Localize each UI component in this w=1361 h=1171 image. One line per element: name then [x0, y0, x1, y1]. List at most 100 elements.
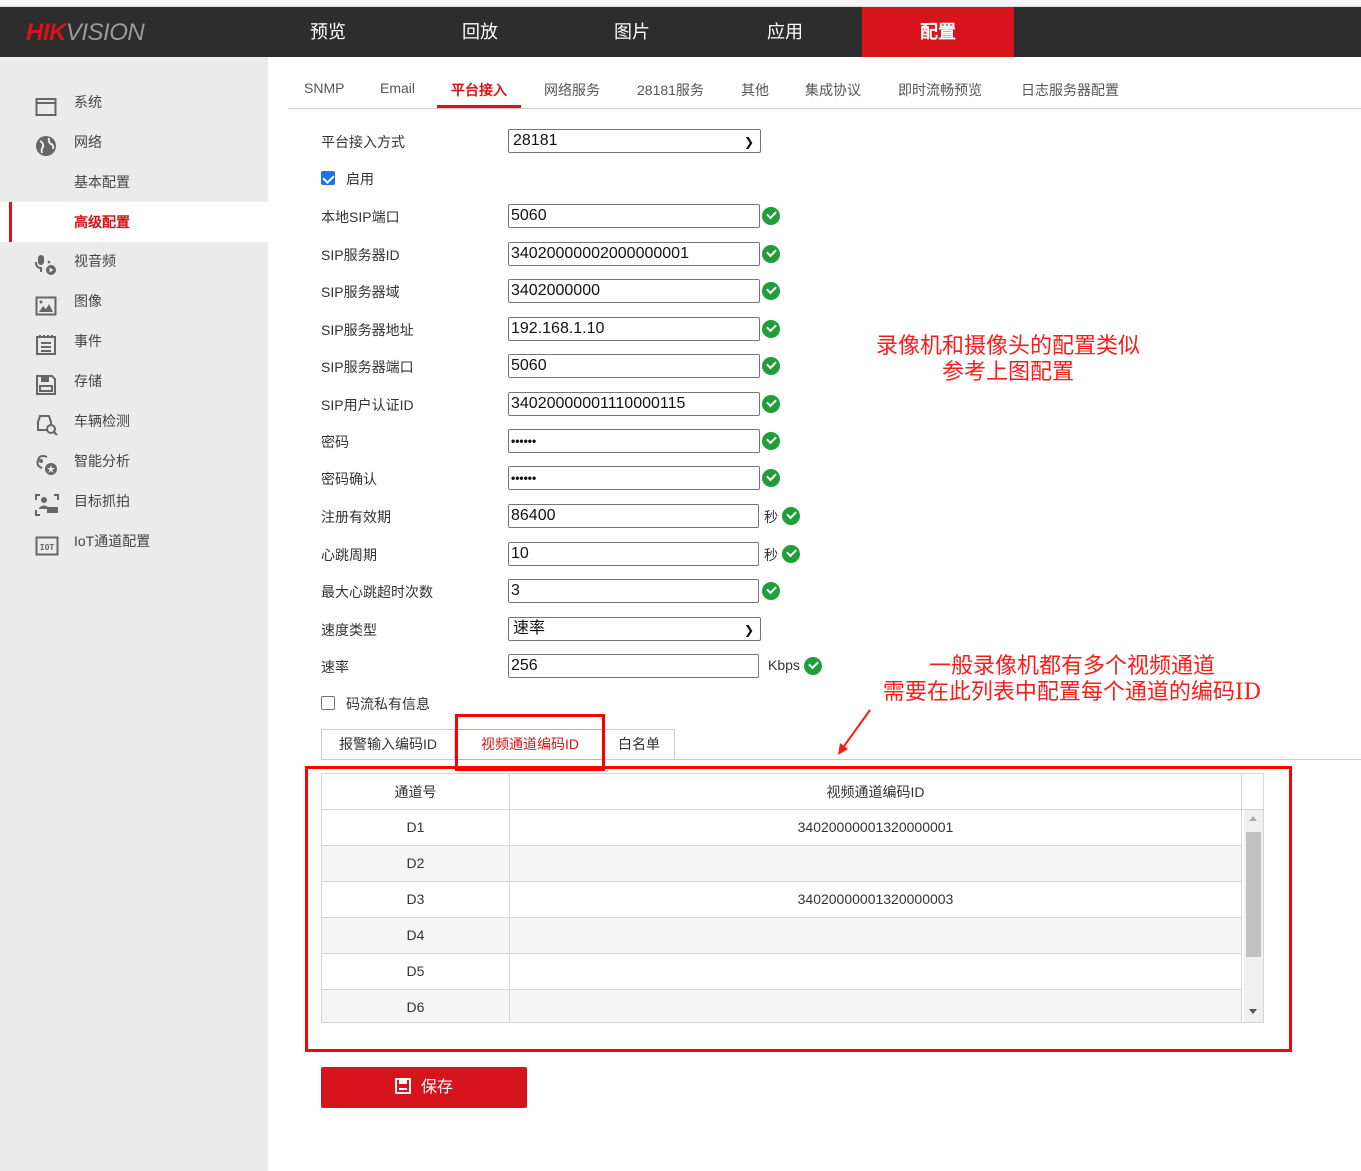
sidebar-item-label: 车辆检测 — [74, 413, 130, 429]
nav-playback[interactable]: 回放 — [404, 7, 556, 57]
sidebar-item-system[interactable]: 系统 — [0, 82, 268, 122]
nav-configuration[interactable]: 配置 — [862, 7, 1014, 57]
sip-server-domain-input[interactable] — [508, 279, 760, 303]
sidebar-item-basic-config[interactable]: 基本配置 — [0, 162, 268, 202]
sidebar-item-label: 存储 — [74, 373, 102, 389]
sidebar-item-label: 高级配置 — [74, 214, 130, 230]
access-mode-value: 28181 — [513, 132, 558, 149]
register-expiry-input[interactable] — [508, 504, 759, 528]
unit-seconds: 秒 — [764, 509, 778, 525]
sidebar-item-storage[interactable]: 存储 — [0, 361, 268, 401]
annotation-note-similar-config: 录像机和摄像头的配置类似 参考上图配置 — [840, 334, 1176, 386]
sidebar-item-network[interactable]: 网络 — [0, 122, 268, 162]
tab-log-server-config[interactable]: 日志服务器配置 — [1021, 80, 1119, 100]
chevron-down-icon: ❯ — [743, 135, 754, 149]
register-expiry-row: 注册有效期 秒 — [321, 504, 841, 528]
table-row[interactable]: D3 34020000001320000003 — [322, 882, 1242, 918]
speed-type-select[interactable]: 速率 ❯ — [508, 617, 761, 641]
scrollbar-thumb[interactable] — [1246, 832, 1261, 957]
sip-server-port-label: SIP服务器端口 — [321, 359, 414, 375]
channel-cell: D2 — [322, 846, 510, 881]
sip-server-address-label: SIP服务器地址 — [321, 322, 414, 338]
tab-video-channel-code-id[interactable]: 视频通道编码ID — [457, 729, 603, 760]
tab-platform-access[interactable]: 平台接入 — [451, 80, 507, 100]
code-id-cell[interactable]: 34020000001320000001 — [510, 810, 1242, 845]
check-ok-icon — [762, 282, 780, 300]
tab-28181-service[interactable]: 28181服务 — [637, 80, 704, 100]
table-row[interactable]: D6 — [322, 990, 1242, 1022]
stream-private-info-label: 码流私有信息 — [346, 696, 430, 712]
code-id-cell[interactable] — [510, 918, 1242, 953]
sidebar-item-target-capture[interactable]: 目标抓拍 — [0, 481, 268, 521]
logo-gray-part: VISION — [65, 19, 145, 46]
stream-private-info-checkbox[interactable] — [321, 696, 335, 710]
table-row[interactable]: D1 34020000001320000001 — [322, 810, 1242, 846]
tab-other[interactable]: 其他 — [741, 80, 769, 100]
sidebar-item-vehicle-detection[interactable]: 车辆检测 — [0, 401, 268, 441]
tab-email[interactable]: Email — [380, 80, 415, 96]
channel-cell: D4 — [322, 918, 510, 953]
table-row[interactable]: D2 — [322, 846, 1242, 882]
check-ok-icon — [782, 545, 800, 563]
svg-text:IOT: IOT — [40, 543, 55, 552]
channel-cell: D3 — [322, 882, 510, 917]
sip-user-auth-id-input[interactable] — [508, 392, 760, 416]
local-sip-port-input[interactable] — [508, 204, 760, 228]
password-input[interactable] — [508, 429, 760, 453]
sip-server-port-input[interactable] — [508, 354, 760, 378]
tab-network-service[interactable]: 网络服务 — [544, 80, 600, 100]
enable-checkbox[interactable] — [321, 171, 335, 185]
max-heartbeat-timeout-input[interactable] — [508, 579, 759, 603]
chevron-down-icon: ❯ — [743, 623, 754, 637]
save-button[interactable]: 保存 — [321, 1067, 527, 1108]
password-label: 密码 — [321, 434, 349, 450]
sidebar-item-label: 网络 — [74, 134, 102, 150]
sip-server-address-input[interactable] — [508, 317, 760, 341]
channel-cell: D1 — [322, 810, 510, 845]
sidebar: 系统 网络 基本配置 高级配置 视音频 图像 事件 存储 车辆检测 智能分析 目… — [0, 57, 268, 1171]
sidebar-item-video-audio[interactable]: 视音频 — [0, 241, 268, 281]
sidebar-item-smart-analysis[interactable]: 智能分析 — [0, 441, 268, 481]
sip-server-id-input[interactable] — [508, 242, 760, 266]
column-header-channel: 通道号 — [322, 774, 510, 810]
heartbeat-period-input[interactable] — [508, 542, 759, 566]
tab-integration-protocol[interactable]: 集成协议 — [805, 80, 861, 100]
nav-picture[interactable]: 图片 — [556, 7, 708, 57]
check-ok-icon — [762, 432, 780, 450]
rate-input[interactable] — [508, 654, 759, 678]
floppy-save-icon — [394, 1078, 411, 1094]
check-ok-icon — [804, 657, 822, 675]
tab-alarm-input-code-id[interactable]: 报警输入编码ID — [321, 729, 455, 760]
table-scrollbar[interactable] — [1244, 810, 1263, 1022]
password-row: 密码 — [321, 429, 841, 453]
tab-snmp[interactable]: SNMP — [304, 80, 344, 96]
password-confirm-label: 密码确认 — [321, 471, 377, 487]
logo-red-part: HIK — [26, 19, 66, 46]
channel-cell: D6 — [322, 990, 510, 1022]
nav-preview[interactable]: 预览 — [252, 7, 404, 57]
channel-cell: D5 — [322, 954, 510, 989]
sidebar-item-label: 系统 — [74, 94, 102, 110]
tab-instant-smooth-preview[interactable]: 即时流畅预览 — [898, 80, 982, 100]
sip-server-id-label: SIP服务器ID — [321, 247, 400, 263]
sip-user-auth-id-row: SIP用户认证ID — [321, 392, 841, 416]
scroll-up-arrow-icon[interactable] — [1249, 816, 1257, 821]
code-id-cell[interactable] — [510, 954, 1242, 989]
unit-seconds: 秒 — [764, 547, 778, 563]
hikvision-logo: HIKVISION — [26, 19, 145, 47]
scroll-down-arrow-icon[interactable] — [1249, 1009, 1257, 1014]
code-id-cell[interactable]: 34020000001320000003 — [510, 882, 1242, 917]
sidebar-item-advanced-config[interactable]: 高级配置 — [0, 202, 268, 242]
nav-application[interactable]: 应用 — [709, 7, 861, 57]
sidebar-item-event[interactable]: 事件 — [0, 321, 268, 361]
access-mode-select[interactable]: 28181 ❯ — [508, 129, 761, 153]
tab-whitelist[interactable]: 白名单 — [603, 729, 675, 760]
sidebar-item-iot-channel[interactable]: IOT IoT通道配置 — [0, 521, 268, 561]
table-row[interactable]: D5 — [322, 954, 1242, 990]
table-row[interactable]: D4 — [322, 918, 1242, 954]
code-id-cell[interactable] — [510, 990, 1242, 1022]
code-id-cell[interactable] — [510, 846, 1242, 881]
password-confirm-input[interactable] — [508, 466, 760, 490]
sidebar-item-image[interactable]: 图像 — [0, 281, 268, 321]
local-sip-port-row: 本地SIP端口 — [321, 204, 841, 228]
